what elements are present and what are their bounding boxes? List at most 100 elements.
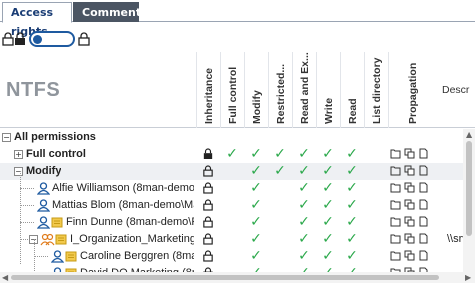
file-icon (419, 182, 428, 193)
note-icon (55, 234, 67, 245)
check-icon: ✓ (298, 231, 310, 247)
tree-row[interactable]: − Modify ✓ ✓ ✓ ✓ ✓ (0, 163, 463, 180)
propagation-icons (390, 199, 429, 210)
folder-icon (390, 200, 401, 210)
note-icon (51, 217, 63, 228)
check-icon: ✓ (250, 231, 262, 247)
permissions-tree: − All permissions + Full control ✓ ✓ ✓ ✓… (0, 129, 475, 282)
folder-icon (390, 234, 401, 244)
col-description[interactable]: Descr (442, 84, 469, 96)
check-icon: ✓ (298, 163, 310, 179)
check-icon: ✓ (322, 197, 334, 213)
lock-open-icon (2, 32, 14, 46)
user-icon (37, 199, 50, 212)
propagation-icons (390, 233, 429, 244)
scroll-right-icon[interactable]: ▶ (465, 273, 471, 282)
tree-line (20, 188, 34, 189)
subfolder-icon (404, 250, 415, 261)
check-icon: ✓ (250, 163, 262, 179)
vertical-scrollbar[interactable]: ▲ (463, 129, 475, 272)
folder-icon (390, 183, 401, 193)
group-icon (40, 233, 55, 246)
tree-row[interactable]: Mattias Blom (8man-demo\Mat... ✓ ✓ ✓ ✓ (0, 197, 463, 214)
tree-line (34, 256, 48, 257)
propagation-icons (390, 148, 429, 159)
subfolder-icon (404, 233, 415, 244)
folder-icon (390, 217, 401, 227)
file-icon (419, 148, 428, 159)
col-full-control[interactable]: Full control (220, 52, 244, 128)
check-icon: ✓ (322, 180, 334, 196)
check-icon: ✓ (346, 163, 358, 179)
tree-line (20, 205, 34, 206)
scroll-thumb[interactable] (466, 141, 472, 236)
check-icon: ✓ (298, 146, 310, 162)
check-icon: ✓ (346, 231, 358, 247)
check-icon: ✓ (322, 146, 334, 162)
check-icon: ✓ (250, 146, 262, 162)
check-icon: ✓ (250, 214, 262, 230)
col-write[interactable]: Write (316, 52, 340, 128)
propagation-icons (390, 182, 429, 193)
lock-toggle-group (2, 31, 90, 47)
propagation-icons (390, 165, 429, 176)
tree-row[interactable]: − All permissions (0, 129, 463, 146)
toggle-knob (33, 35, 42, 44)
horizontal-scrollbar[interactable]: ◀ ▶ (0, 272, 475, 283)
file-icon (419, 250, 428, 261)
check-icon: ✓ (346, 180, 358, 196)
tree-row[interactable]: − I_Organization_Marketing_... ✓ ✓ ✓ ✓ \… (0, 231, 475, 248)
permissions-header: NTFS Inheritance Full control Modify Res… (0, 52, 475, 128)
scroll-thumb[interactable] (11, 275, 439, 280)
check-icon: ✓ (274, 163, 286, 179)
tab-access-rights[interactable]: Access rights (2, 2, 72, 38)
file-icon (419, 165, 428, 176)
col-read[interactable]: Read (340, 52, 364, 128)
propagation-icons (390, 216, 429, 227)
check-icon: ✓ (346, 248, 358, 264)
col-inheritance[interactable]: Inheritance (196, 52, 220, 128)
col-read-execute[interactable]: Read and Ex... (292, 52, 316, 128)
scroll-left-icon[interactable]: ◀ (2, 273, 8, 282)
tree-row[interactable]: Caroline Berggren (8man... ✓ ✓ ✓ ✓ (0, 248, 463, 265)
folder-icon (390, 251, 401, 261)
tree-line (20, 171, 21, 264)
folder-icon (390, 149, 401, 159)
inheritance-toggle[interactable] (29, 31, 75, 47)
check-icon: ✓ (298, 214, 310, 230)
file-icon (419, 216, 428, 227)
folder-icon (390, 166, 401, 176)
tree-line (20, 239, 28, 240)
col-propagation[interactable]: Propagation (388, 52, 436, 128)
check-icon: ✓ (250, 248, 262, 264)
col-modify[interactable]: Modify (244, 52, 268, 128)
check-icon: ✓ (322, 214, 334, 230)
tab-bar: Access rights Comments (0, 0, 475, 38)
file-icon (419, 199, 428, 210)
expand-icon[interactable]: + (14, 150, 23, 159)
col-list-directory[interactable]: List directory (364, 52, 388, 128)
collapse-icon[interactable]: − (14, 167, 23, 176)
section-title: NTFS (6, 79, 61, 101)
check-icon: ✓ (322, 248, 334, 264)
propagation-icons (390, 250, 429, 261)
check-icon: ✓ (274, 146, 286, 162)
col-restricted[interactable]: Restricted... (268, 52, 292, 128)
collapse-icon[interactable]: − (2, 133, 11, 142)
check-icon: ✓ (322, 163, 334, 179)
tree-row[interactable]: Finn Dunne (8man-demo\Fi... ✓ ✓ ✓ ✓ (0, 214, 463, 231)
subfolder-icon (404, 148, 415, 159)
file-icon (419, 233, 428, 244)
check-icon: ✓ (298, 197, 310, 213)
check-icon: ✓ (346, 197, 358, 213)
tree-row[interactable]: Alfie Williamson (8man-demo\... ✓ ✓ ✓ ✓ (0, 180, 463, 197)
scroll-up-icon[interactable]: ▲ (466, 130, 472, 139)
tree-row[interactable]: + Full control ✓ ✓ ✓ ✓ ✓ ✓ (0, 146, 463, 163)
user-icon (37, 182, 50, 195)
check-icon: ✓ (298, 248, 310, 264)
subfolder-icon (404, 216, 415, 227)
subfolder-icon (404, 182, 415, 193)
check-icon: ✓ (322, 231, 334, 247)
tab-comments[interactable]: Comments (73, 2, 148, 22)
lock-open-icon (78, 32, 90, 46)
